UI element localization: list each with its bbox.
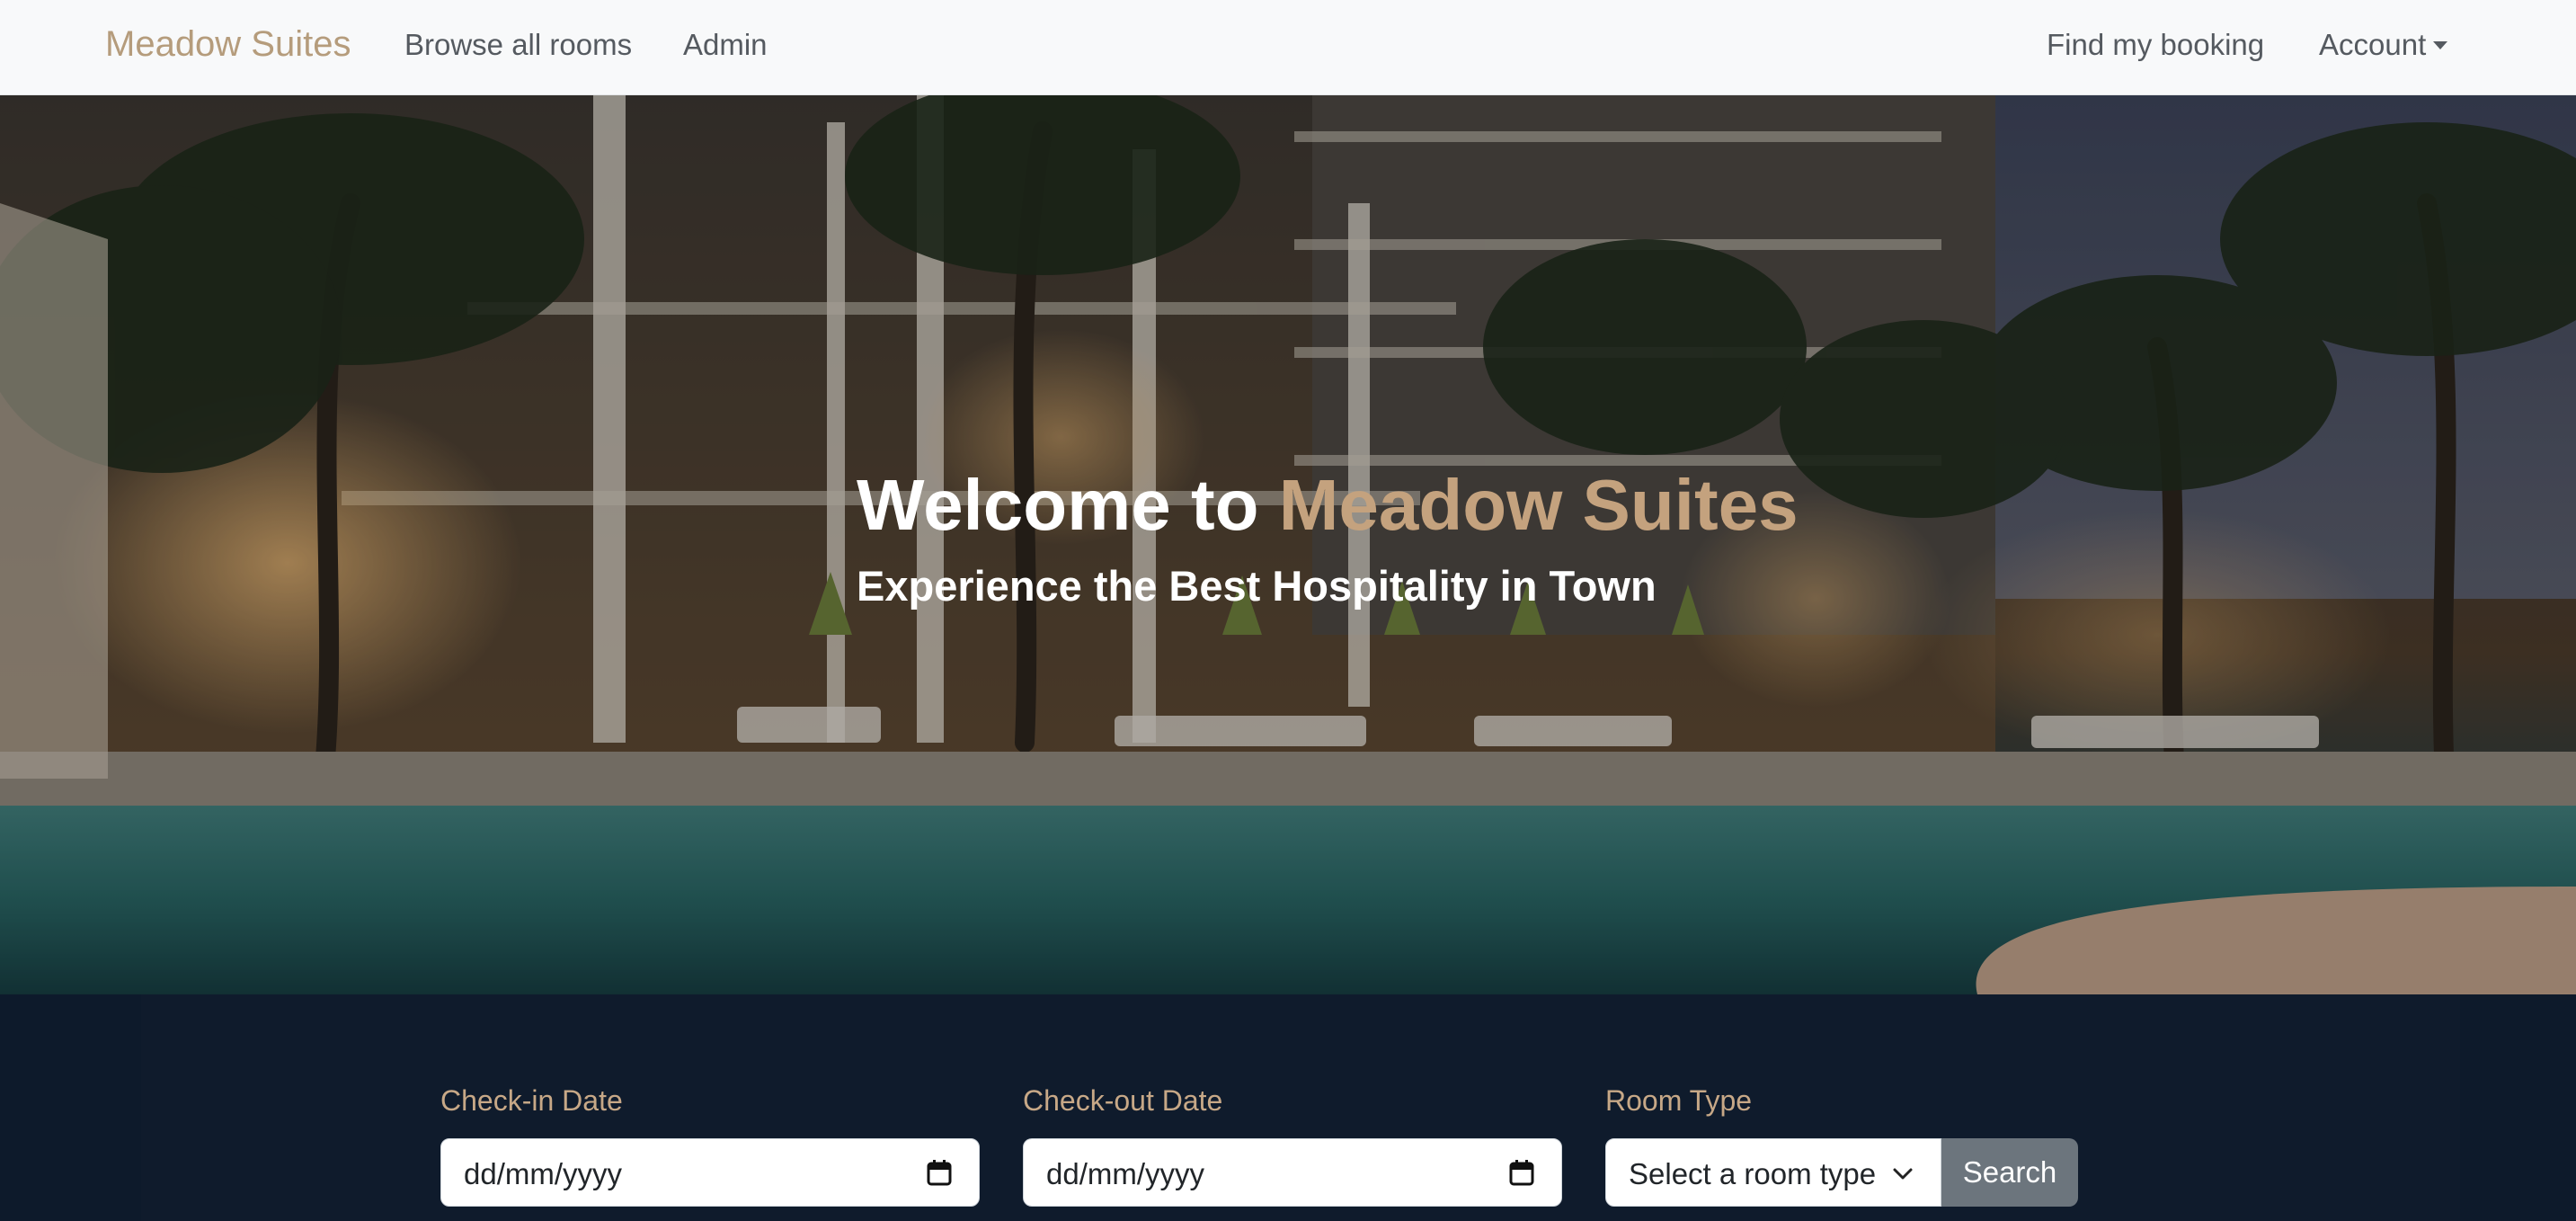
checkout-date-input[interactable]: dd/mm/yyyy [1023, 1138, 1562, 1207]
checkin-date-input[interactable]: dd/mm/yyyy [440, 1138, 980, 1207]
checkout-label: Check-out Date [1023, 1084, 1223, 1117]
chevron-down-icon [1893, 1168, 1913, 1180]
booking-search-section: Check-in Date dd/mm/yyyy Check-out Date … [0, 994, 2576, 1221]
room-type-label: Room Type [1605, 1084, 1753, 1117]
calendar-icon[interactable] [1509, 1159, 1534, 1186]
hero-title-prefix: Welcome to [857, 465, 1279, 545]
hero-subtitle: Experience the Best Hospitality in Town [857, 562, 1657, 610]
nav-find-my-booking[interactable]: Find my booking [2047, 28, 2264, 62]
search-button[interactable]: Search [1941, 1138, 2078, 1207]
hero-banner: Welcome to Meadow Suites Experience the … [0, 95, 2576, 994]
room-type-select[interactable]: Select a room type [1605, 1138, 1941, 1207]
nav-browse-rooms[interactable]: Browse all rooms [404, 28, 632, 62]
hero-title: Welcome to Meadow Suites [857, 464, 1799, 547]
checkin-label: Check-in Date [440, 1084, 623, 1117]
room-type-selected: Select a room type [1629, 1157, 1877, 1190]
nav-admin[interactable]: Admin [683, 28, 768, 62]
brand-link[interactable]: Meadow Suites [105, 24, 351, 65]
caret-down-icon [2433, 41, 2448, 49]
hero-title-accent: Meadow Suites [1278, 465, 1799, 545]
navbar: Meadow Suites Browse all rooms Admin Fin… [0, 0, 2576, 95]
nav-account-dropdown[interactable]: Account [2319, 28, 2448, 62]
checkout-placeholder: dd/mm/yyyy [1046, 1157, 1205, 1190]
checkin-placeholder: dd/mm/yyyy [464, 1157, 623, 1190]
account-label: Account [2319, 28, 2427, 61]
calendar-icon[interactable] [927, 1159, 952, 1186]
